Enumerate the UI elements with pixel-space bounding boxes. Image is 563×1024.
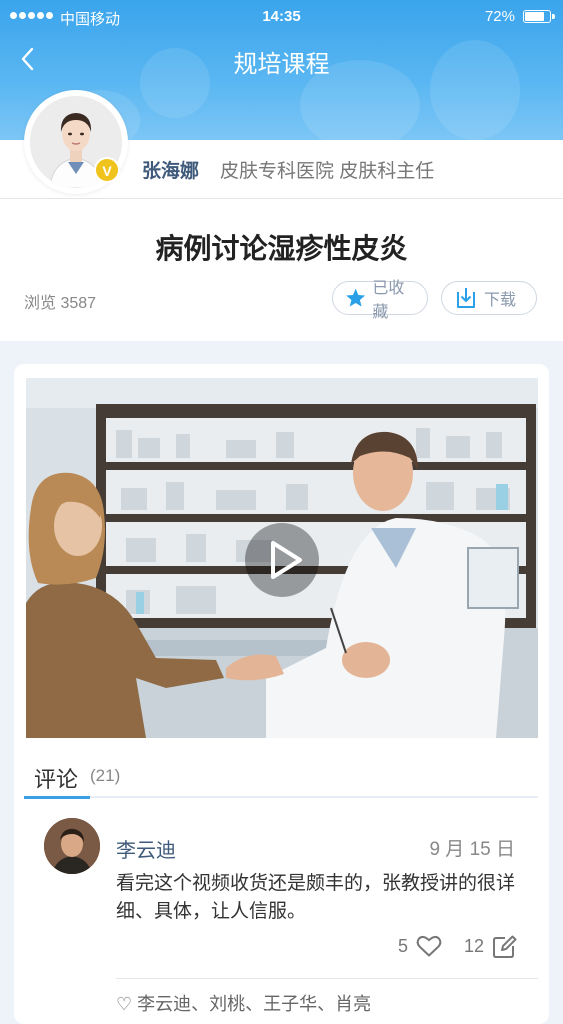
author-name[interactable]: 张海娜 [142,156,199,183]
download-button[interactable]: 下载 [441,281,537,315]
active-tab-indicator [24,796,90,799]
sub-comment-preview: ♡ 李云迪、刘桃、王子华、肖亮 [116,990,371,1016]
course-title: 病例讨论湿疹性皮炎 [155,233,408,264]
comment-date: 9 月 15 日 [429,839,515,860]
reply-count: 12 [464,936,485,956]
heart-icon [416,935,442,957]
comment-text: 看完这个视频收货还是颇丰的，张教授讲的很详细、具体，让人信服。 [116,873,516,922]
download-label: 下载 [484,292,517,309]
sub-heart-icon: ♡ [116,994,138,1014]
tab-divider [24,796,538,798]
like-button[interactable] [416,934,442,958]
edit-comment-icon [493,935,517,958]
commenter-avatar[interactable] [44,818,100,874]
comments-count: (21) [90,766,121,785]
download-icon [457,288,475,308]
sub-comment-users[interactable]: 李云迪、刘桃、王子华、肖亮 [137,994,371,1014]
battery-icon [523,10,555,23]
verified-badge: V [94,157,120,183]
status-bar: 中国移动 14:35 72% [0,0,563,34]
view-count: 浏览 3587 [24,295,97,312]
star-icon [346,288,366,307]
comment-divider [116,978,538,979]
play-button[interactable] [244,522,320,598]
commenter-name[interactable]: 李云迪 [116,834,176,863]
page-title: 规培课程 [233,51,330,78]
collect-label: 已收藏 [372,280,405,321]
clock: 14:35 [262,8,301,25]
author-title: 皮肤专科医院 皮肤科主任 [220,161,435,182]
play-icon [245,523,319,597]
collect-button[interactable]: 已收藏 [332,280,428,321]
course-info: 病例讨论湿疹性皮炎 浏览 3587 已收藏 下载 [0,199,563,341]
battery-percent: 72% [484,8,515,25]
like-count: 5 [398,936,409,956]
comments-tab[interactable]: 评论 [34,762,78,794]
reply-button[interactable] [492,934,518,960]
